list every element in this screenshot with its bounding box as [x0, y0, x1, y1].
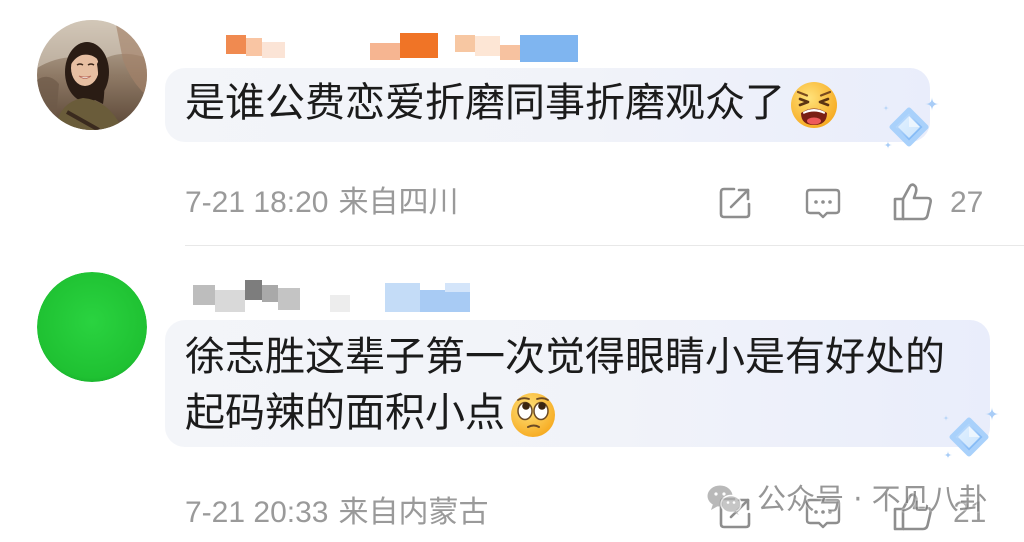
diamond-badge-icon [936, 406, 1000, 464]
comment-text: 徐志胜这辈子第一次觉得眼睛小是有好处的 [185, 332, 945, 382]
comment-text: 起码辣的面积小点 [185, 388, 557, 438]
comment-time: 7-21 18:20 [185, 186, 329, 219]
green-circle-avatar-icon [37, 272, 147, 382]
mosaic-block [226, 35, 246, 54]
share-icon [719, 187, 751, 219]
comment-icon [805, 188, 841, 219]
mosaic-block [262, 285, 278, 302]
mosaic-block [400, 33, 438, 58]
user-avatar[interactable] [37, 272, 147, 382]
share-button[interactable] [718, 186, 752, 220]
mosaic-block [215, 290, 245, 312]
mosaic-block [370, 43, 400, 60]
tired-face-emoji-icon [789, 80, 839, 130]
comment-text: 是谁公费恋爱折磨同事折磨观众了 [185, 78, 839, 128]
mosaic-block [262, 42, 285, 58]
diamond-badge-icon [876, 96, 940, 154]
mosaic-block [330, 295, 350, 312]
comment-text-line: 是谁公费恋爱折磨同事折磨观众了 [185, 80, 785, 126]
rolling-eyes-emoji-icon [509, 391, 557, 439]
mosaic-block [193, 285, 215, 305]
comment-text-line: 徐志胜这辈子第一次觉得眼睛小是有好处的 [185, 334, 945, 380]
comment-text-line: 起码辣的面积小点 [185, 390, 505, 436]
watermark-text: 公众号 · 不见八卦 [757, 482, 988, 516]
reply-button[interactable] [805, 188, 841, 220]
user-avatar[interactable] [37, 20, 147, 130]
mosaic-block [455, 35, 475, 52]
mosaic-block [246, 38, 262, 56]
mosaic-block [500, 45, 520, 60]
username-mosaic[interactable] [192, 278, 472, 314]
comment-divider [185, 245, 1024, 246]
like-button[interactable] [892, 182, 934, 222]
comment-location: 来自四川 [338, 186, 459, 219]
comment-location: 来自内蒙古 [338, 496, 489, 529]
mosaic-block [420, 290, 470, 312]
mosaic-block [520, 35, 578, 62]
comment-meta: 7-21 20:33 来自内蒙古 [185, 496, 488, 530]
mosaic-block [385, 283, 420, 312]
mosaic-block [245, 280, 262, 300]
mosaic-block [475, 36, 500, 56]
username-mosaic[interactable] [224, 32, 580, 64]
mosaic-block [445, 283, 470, 292]
comment-time: 7-21 20:33 [185, 496, 329, 529]
comment-meta: 7-21 18:20 来自四川 [185, 186, 458, 220]
mosaic-block [278, 288, 300, 310]
like-icon [893, 183, 932, 221]
like-count: 27 [950, 186, 984, 219]
wechat-icon [706, 484, 744, 520]
user-photo-avatar-icon [37, 20, 147, 130]
